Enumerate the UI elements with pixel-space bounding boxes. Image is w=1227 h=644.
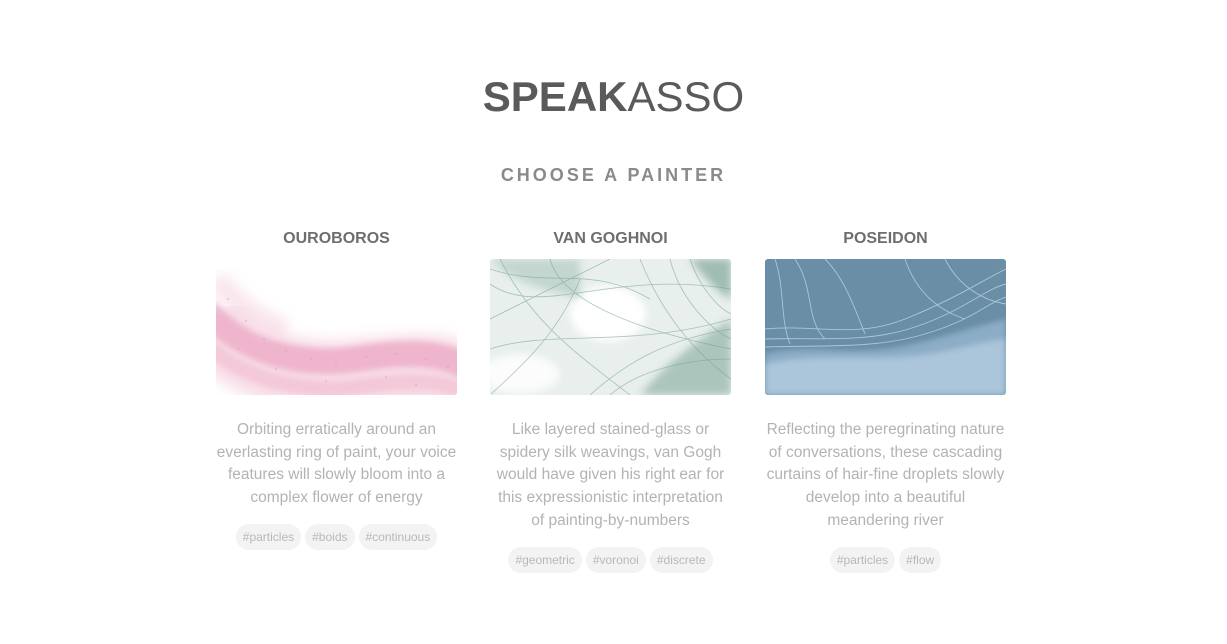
- painter-title[interactable]: POSEIDON: [765, 229, 1006, 249]
- painter-card-ouroboros[interactable]: OUROBOROS Orbiting erratically around an…: [216, 229, 457, 550]
- tag-geometric[interactable]: #geometric: [508, 546, 582, 573]
- painter-tags: #particles #flow: [765, 546, 1006, 573]
- tag-voronoi[interactable]: #voronoi: [585, 546, 646, 573]
- painter-description: Like layered stained-glass or spidery si…: [496, 421, 725, 529]
- tag-continuous[interactable]: #continuous: [358, 523, 438, 550]
- painter-title[interactable]: VAN GOGHNOI: [490, 229, 731, 249]
- logo-bold-part: SPEAK: [482, 73, 628, 120]
- painter-card-poseidon[interactable]: POSEIDON Reflecting the peregrinating na…: [765, 229, 1006, 573]
- tag-particles[interactable]: #particles: [235, 523, 302, 550]
- painter-tags: #particles #boids #continuous: [216, 523, 457, 550]
- painter-preview-poseidon[interactable]: [765, 259, 1006, 395]
- painter-selection-page: SPEAKASSO CHOOSE A PAINTER OUROBOROS Orb…: [0, 0, 1227, 644]
- painter-list: OUROBOROS Orbiting erratically around an…: [216, 229, 1006, 589]
- tag-flow[interactable]: #flow: [899, 546, 942, 573]
- painter-tags: #geometric #voronoi #discrete: [490, 546, 731, 573]
- logo-light-part: ASSO: [627, 73, 745, 120]
- painter-card-van-goghnoi[interactable]: VAN GOGHNOI Like layered stained-glass o…: [490, 229, 731, 573]
- tag-particles[interactable]: #particles: [829, 546, 896, 573]
- painter-title[interactable]: OUROBOROS: [216, 229, 457, 249]
- page-heading: CHOOSE A PAINTER: [500, 165, 727, 185]
- tag-discrete[interactable]: #discrete: [649, 546, 713, 573]
- painter-preview-ouroboros[interactable]: [216, 259, 457, 395]
- tag-boids[interactable]: #boids: [305, 523, 355, 550]
- painter-description: Orbiting erratically around an everlasti…: [216, 421, 457, 507]
- painter-preview-van-goghnoi[interactable]: [490, 259, 731, 395]
- app-logo: SPEAKASSO: [0, 72, 1227, 122]
- painter-description: Reflecting the peregrinating nature of c…: [766, 421, 1005, 529]
